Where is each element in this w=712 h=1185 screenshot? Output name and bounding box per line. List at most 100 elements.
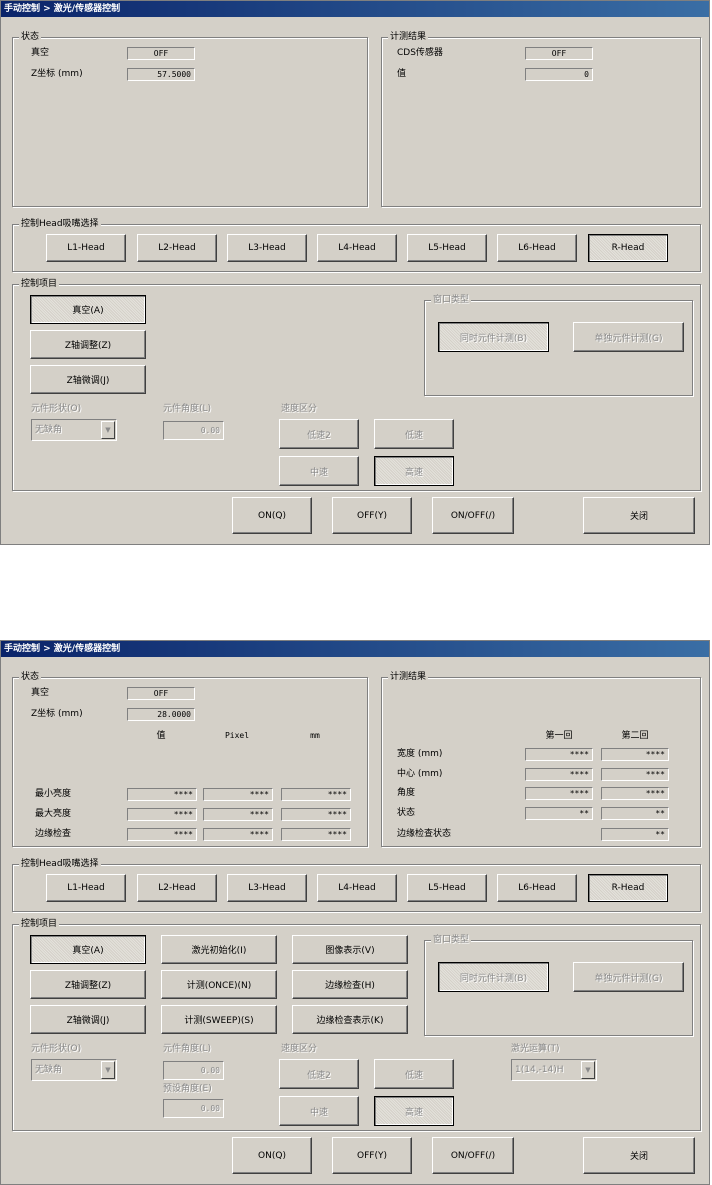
l6-head-button[interactable]: L6-Head bbox=[497, 874, 577, 902]
speed-high-button[interactable]: 高速 bbox=[374, 456, 454, 486]
simultaneous-measure-button[interactable]: 同时元件计测(B) bbox=[438, 962, 549, 992]
measure-result-group: 计测结果 第一回 第二回 宽度 (mm) **** **** 中心 (mm) *… bbox=[381, 671, 701, 847]
vacuum-status-field: OFF bbox=[127, 687, 195, 700]
z-coordinate-label: Z坐标 (mm) bbox=[31, 69, 83, 79]
speed-low-button[interactable]: 低速 bbox=[374, 1059, 454, 1089]
speed-high-button[interactable]: 高速 bbox=[374, 1096, 454, 1126]
l1-head-button[interactable]: L1-Head bbox=[46, 234, 126, 262]
z-fine-adjust-button[interactable]: Z轴微调(J) bbox=[30, 1005, 146, 1034]
measure-group-label: 计测结果 bbox=[388, 671, 429, 683]
laser-calc-select[interactable]: 1(14,-14)H ▼ bbox=[511, 1059, 597, 1081]
control-items-group: 控制项目 真空(A) Z轴调整(Z) Z轴微调(J) 激光初始化(I) 计测(O… bbox=[12, 918, 701, 1131]
laser-sensor-window-1: 手动控制 > 激光/传感器控制 状态 真空 OFF Z坐标 (mm) 57.50… bbox=[0, 0, 710, 545]
speed-mid-button[interactable]: 中速 bbox=[279, 1096, 359, 1126]
speed-mid-button[interactable]: 中速 bbox=[279, 456, 359, 486]
status-group: 状态 真空 OFF Z坐标 (mm) 28.0000 值 Pixel mm 最小… bbox=[12, 671, 368, 847]
speed-low-button[interactable]: 低速 bbox=[374, 419, 454, 449]
close-button[interactable]: 关闭 bbox=[583, 1137, 695, 1174]
max-brightness-value: **** bbox=[127, 808, 197, 821]
laser-init-button[interactable]: 激光初始化(I) bbox=[161, 935, 277, 964]
vacuum-button[interactable]: 真空(A) bbox=[30, 295, 146, 324]
laser-calc-label: 激光运算(T) bbox=[511, 1044, 560, 1054]
width-first: **** bbox=[525, 748, 593, 761]
on-button[interactable]: ON(Q) bbox=[232, 497, 312, 534]
cds-sensor-label: CDS传感器 bbox=[397, 48, 443, 58]
window-title: 手动控制 > 激光/传感器控制 bbox=[1, 641, 709, 657]
single-measure-button[interactable]: 单独元件计测(G) bbox=[573, 962, 684, 992]
on-off-button[interactable]: ON/OFF(/) bbox=[432, 1137, 514, 1174]
value-field: 0 bbox=[525, 68, 593, 81]
column-first-header: 第一回 bbox=[545, 731, 573, 741]
simultaneous-measure-button[interactable]: 同时元件计测(B) bbox=[438, 322, 549, 352]
off-button[interactable]: OFF(Y) bbox=[332, 1137, 412, 1174]
angle-second: **** bbox=[601, 787, 669, 800]
window-type-group: 窗口类型 同时元件计测(B) 单独元件计测(G) bbox=[424, 934, 693, 1036]
edge-check-button[interactable]: 边缘检查(H) bbox=[292, 970, 408, 999]
l5-head-button[interactable]: L5-Head bbox=[407, 874, 487, 902]
l1-head-button[interactable]: L1-Head bbox=[46, 874, 126, 902]
laser-calc-value: 1(14,-14)H bbox=[515, 1065, 564, 1075]
min-brightness-mm: **** bbox=[281, 788, 351, 801]
z-coordinate-field: 57.5000 bbox=[127, 68, 195, 81]
l2-head-button[interactable]: L2-Head bbox=[137, 874, 217, 902]
z-adjust-button[interactable]: Z轴调整(Z) bbox=[30, 970, 146, 999]
chevron-down-icon[interactable]: ▼ bbox=[101, 1061, 115, 1079]
edge-check-pixel: **** bbox=[203, 828, 273, 841]
image-display-button[interactable]: 图像表示(V) bbox=[292, 935, 408, 964]
chevron-down-icon[interactable]: ▼ bbox=[581, 1061, 595, 1079]
close-button[interactable]: 关闭 bbox=[583, 497, 695, 534]
measure-result-group: 计测结果 CDS传感器 OFF 值 0 bbox=[381, 31, 701, 207]
measure-sweep-button[interactable]: 计测(SWEEP)(S) bbox=[161, 1005, 277, 1034]
max-brightness-label: 最大亮度 bbox=[35, 809, 72, 819]
z-fine-adjust-button[interactable]: Z轴微调(J) bbox=[30, 365, 146, 394]
r-head-button[interactable]: R-Head bbox=[588, 874, 668, 902]
l3-head-button[interactable]: L3-Head bbox=[227, 234, 307, 262]
part-shape-select[interactable]: 无缺角 ▼ bbox=[31, 419, 117, 441]
measure-group-label: 计测结果 bbox=[388, 31, 429, 43]
control-group-label: 控制项目 bbox=[19, 278, 60, 290]
part-angle-label: 元件角度(L) bbox=[163, 404, 212, 414]
head-select-group: 控制Head吸嘴选择 L1-Head L2-Head L3-Head L4-He… bbox=[12, 858, 701, 912]
speed-low2-button[interactable]: 低速2 bbox=[279, 1059, 359, 1089]
column-value-header: 值 bbox=[156, 731, 166, 741]
part-shape-select[interactable]: 无缺角 ▼ bbox=[31, 1059, 117, 1081]
state-first: ** bbox=[525, 807, 593, 820]
vacuum-status-field: OFF bbox=[127, 47, 195, 60]
vacuum-button[interactable]: 真空(A) bbox=[30, 935, 146, 964]
part-shape-label: 元件形状(O) bbox=[31, 404, 82, 414]
l2-head-button[interactable]: L2-Head bbox=[137, 234, 217, 262]
laser-sensor-window-2: 手动控制 > 激光/传感器控制 状态 真空 OFF Z坐标 (mm) 28.00… bbox=[0, 640, 710, 1185]
status-group-label: 状态 bbox=[19, 31, 42, 43]
cds-sensor-field: OFF bbox=[525, 47, 593, 60]
off-button[interactable]: OFF(Y) bbox=[332, 497, 412, 534]
single-measure-button[interactable]: 单独元件计测(G) bbox=[573, 322, 684, 352]
head-group-label: 控制Head吸嘴选择 bbox=[19, 218, 101, 230]
edge-check-value: **** bbox=[127, 828, 197, 841]
part-shape-value: 无缺角 bbox=[35, 425, 63, 435]
edge-check-display-button[interactable]: 边缘检查表示(K) bbox=[292, 1005, 408, 1034]
head-group-label: 控制Head吸嘴选择 bbox=[19, 858, 101, 870]
on-button[interactable]: ON(Q) bbox=[232, 1137, 312, 1174]
head-select-group: 控制Head吸嘴选择 L1-Head L2-Head L3-Head L4-He… bbox=[12, 218, 701, 272]
r-head-button[interactable]: R-Head bbox=[588, 234, 668, 262]
edge-check-state-field: ** bbox=[601, 828, 669, 841]
column-mm-header: mm bbox=[310, 731, 320, 740]
l3-head-button[interactable]: L3-Head bbox=[227, 874, 307, 902]
speed-low2-button[interactable]: 低速2 bbox=[279, 419, 359, 449]
l5-head-button[interactable]: L5-Head bbox=[407, 234, 487, 262]
vacuum-label: 真空 bbox=[31, 688, 50, 698]
on-off-button[interactable]: ON/OFF(/) bbox=[432, 497, 514, 534]
value-label: 值 bbox=[397, 69, 407, 79]
part-angle-field[interactable]: 0.00 bbox=[163, 421, 224, 440]
l4-head-button[interactable]: L4-Head bbox=[317, 874, 397, 902]
max-brightness-mm: **** bbox=[281, 808, 351, 821]
part-angle-field[interactable]: 0.00 bbox=[163, 1061, 224, 1080]
status-group-label: 状态 bbox=[19, 671, 42, 683]
preset-angle-field[interactable]: 0.00 bbox=[163, 1099, 224, 1118]
measure-once-button[interactable]: 计测(ONCE)(N) bbox=[161, 970, 277, 999]
chevron-down-icon[interactable]: ▼ bbox=[101, 421, 115, 439]
state-second: ** bbox=[601, 807, 669, 820]
z-adjust-button[interactable]: Z轴调整(Z) bbox=[30, 330, 146, 359]
l6-head-button[interactable]: L6-Head bbox=[497, 234, 577, 262]
l4-head-button[interactable]: L4-Head bbox=[317, 234, 397, 262]
